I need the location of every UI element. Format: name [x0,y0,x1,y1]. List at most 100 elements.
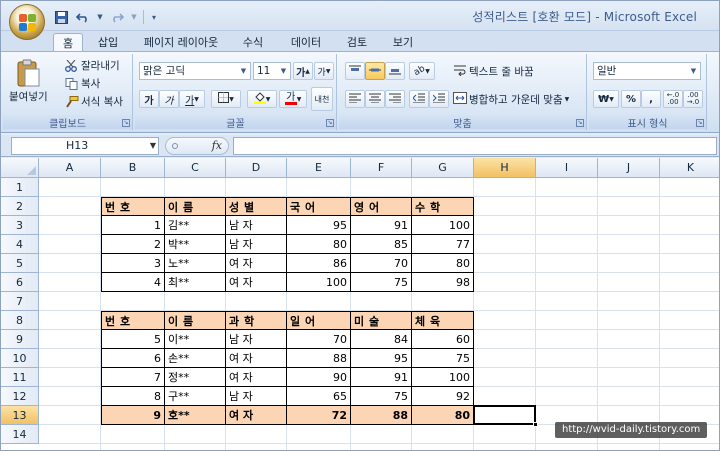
table-cell[interactable]: 92 [412,387,474,406]
table-cell[interactable]: 100 [287,273,351,292]
table-cell[interactable]: 여 자 [226,406,287,425]
column-header-b[interactable]: B [101,158,165,178]
table-cell[interactable]: 75 [351,387,412,406]
table-cell[interactable]: 여 자 [226,254,287,273]
table-header-cell[interactable]: 번 호 [101,311,165,330]
worksheet-grid[interactable]: ABCDEFGHIJK 1 2 3 4 5 6 7 8 9 10 11 12 13 14 번 호이 름성 … [1,158,719,450]
row-header-6[interactable]: 6 [1,273,39,292]
alignment-launcher-icon[interactable]: ↘ [576,119,584,127]
table-cell[interactable]: 남 자 [226,216,287,235]
fill-color-button[interactable]: ▼ [247,90,277,108]
font-size-combo[interactable]: 11 ▼ [253,62,291,80]
table-cell[interactable]: 70 [351,254,412,273]
font-name-dropdown-icon[interactable]: ▼ [238,64,249,78]
table-cell[interactable]: 100 [412,368,474,387]
phonetic-button[interactable]: 내천 [311,87,333,111]
font-color-button[interactable]: 가 ▼ [279,90,307,108]
font-launcher-icon[interactable]: ↘ [326,119,334,127]
table-cell[interactable]: 91 [351,368,412,387]
table-header-cell[interactable]: 번 호 [101,197,165,216]
cut-button[interactable]: 잘라내기 [65,58,120,73]
font-name-combo[interactable]: 맑은 고딕 ▼ [139,62,251,80]
tab-home[interactable]: 홈 [53,33,83,51]
table-header-cell[interactable]: 과 학 [226,311,287,330]
table-cell[interactable]: 남 자 [226,330,287,349]
table-cell[interactable]: 100 [412,216,474,235]
active-cell-selection[interactable] [473,405,538,427]
border-button[interactable]: ▼ [211,90,241,108]
table-cell[interactable]: 구** [165,387,226,406]
table-header-cell[interactable]: 영 어 [351,197,412,216]
table-cell[interactable]: 3 [101,254,165,273]
table-cell[interactable]: 88 [351,406,412,425]
column-header-i[interactable]: I [536,158,598,178]
tab-insert[interactable]: 삽입 [89,33,127,51]
name-box-dropdown-icon[interactable]: ▼ [150,138,156,154]
table-cell[interactable]: 남 자 [226,387,287,406]
row-header-12[interactable]: 12 [1,387,39,406]
table-cell[interactable]: 5 [101,330,165,349]
tab-formulas[interactable]: 수식 [235,33,271,51]
number-format-dropdown-icon[interactable]: ▼ [688,64,699,78]
row-header-14[interactable]: 14 [1,425,39,444]
table-cell[interactable]: 박** [165,235,226,254]
table-cell[interactable]: 여 자 [226,349,287,368]
table-cell[interactable]: 80 [412,406,474,425]
redo-icon[interactable] [109,9,125,25]
row-header-10[interactable]: 10 [1,349,39,368]
tab-data[interactable]: 데이터 [283,33,329,51]
formula-input[interactable] [233,137,717,155]
table-header-cell[interactable]: 일 어 [287,311,351,330]
table-cell[interactable]: 정** [165,368,226,387]
table-cell[interactable]: 65 [287,387,351,406]
table-cell[interactable]: 91 [351,216,412,235]
row-header-7[interactable]: 7 [1,292,39,311]
number-format-combo[interactable]: 일반 ▼ [593,62,701,80]
clipboard-launcher-icon[interactable]: ↘ [122,119,130,127]
table-cell[interactable]: 95 [351,349,412,368]
table-cell[interactable]: 95 [287,216,351,235]
tab-page-layout[interactable]: 페이지 레이아웃 [135,33,227,51]
column-header-f[interactable]: F [351,158,412,178]
table-cell[interactable]: 80 [287,235,351,254]
table-cell[interactable]: 88 [287,349,351,368]
bold-button[interactable]: 가 [139,90,159,108]
table-header-cell[interactable]: 수 학 [412,197,474,216]
table-cell[interactable]: 75 [351,273,412,292]
font-size-dropdown-icon[interactable]: ▼ [278,64,289,78]
align-right-button[interactable] [385,90,405,108]
table-cell[interactable]: 여 자 [226,273,287,292]
decrease-decimal-button[interactable]: .00 →.0 [683,90,703,108]
fill-handle[interactable] [533,422,538,427]
row-header-2[interactable]: 2 [1,197,39,216]
column-header-e[interactable]: E [287,158,351,178]
wrap-text-button[interactable]: 텍스트 줄 바꿈 [453,64,534,79]
table-cell[interactable]: 손** [165,349,226,368]
format-painter-button[interactable]: 서식 복사 [65,94,123,109]
table-cell[interactable]: 김** [165,216,226,235]
comma-button[interactable]: , [641,90,661,108]
increase-indent-button[interactable] [429,90,449,108]
table-header-cell[interactable]: 미 술 [351,311,412,330]
underline-button[interactable]: 가 ▼ [179,90,205,108]
table-cell[interactable]: 남 자 [226,235,287,254]
column-header-j[interactable]: J [598,158,660,178]
select-all-corner[interactable] [1,158,39,178]
shrink-font-button[interactable]: 가 ▼ [314,62,334,80]
increase-decimal-button[interactable]: ←.0.00 [663,90,683,108]
merge-center-button[interactable]: 병합하고 가운데 맞춤 ▼ [453,92,569,107]
table-cell[interactable]: 98 [412,273,474,292]
name-box[interactable]: H13 ▼ [11,137,159,155]
customize-qat-icon[interactable]: ▾ [150,9,158,25]
table-cell[interactable]: 9 [101,406,165,425]
align-middle-button[interactable] [365,62,385,80]
table-cell[interactable]: 60 [412,330,474,349]
row-header-3[interactable]: 3 [1,216,39,235]
table-cell[interactable]: 4 [101,273,165,292]
column-header-k[interactable]: K [660,158,719,178]
align-left-button[interactable] [345,90,365,108]
table-cell[interactable]: 75 [412,349,474,368]
resize-handle-icon[interactable] [172,143,178,149]
table-cell[interactable]: 90 [287,368,351,387]
column-header-c[interactable]: C [165,158,226,178]
